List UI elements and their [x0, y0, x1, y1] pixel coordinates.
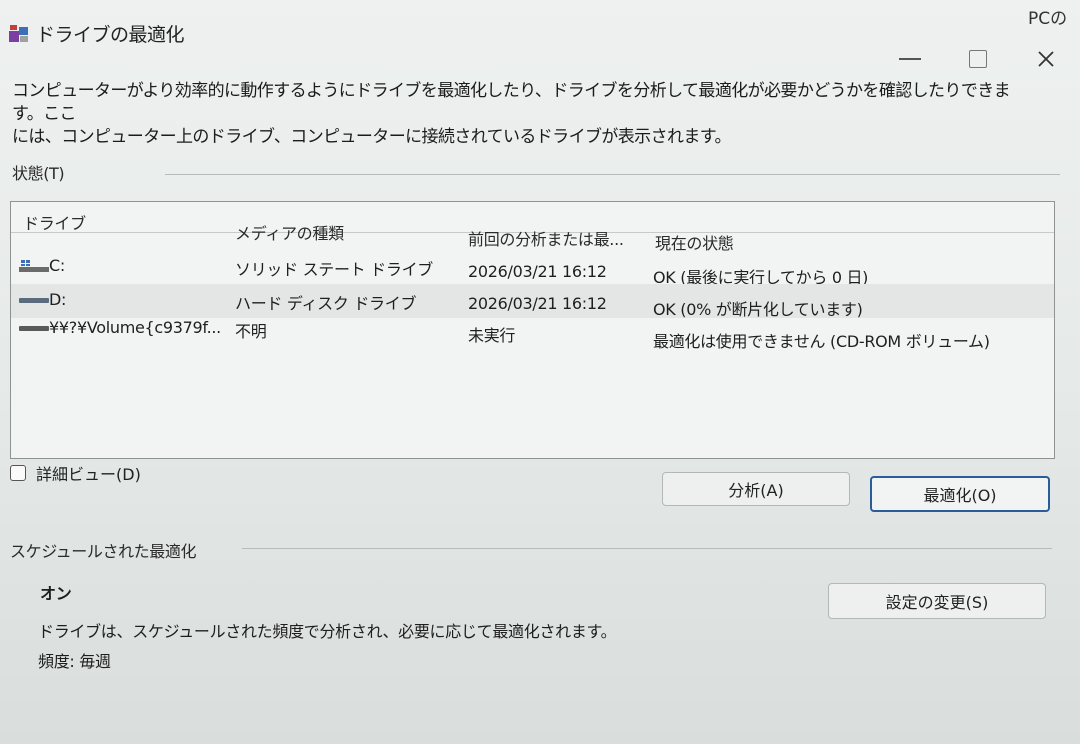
status-section-label: 状態(T): [12, 164, 65, 183]
close-button[interactable]: [1026, 42, 1066, 76]
drive-icon: [19, 326, 49, 331]
column-header-last-analyzed[interactable]: 前回の分析または最...: [468, 226, 624, 250]
column-header-drive[interactable]: ドライブ: [23, 210, 86, 234]
last-analyzed: 未実行: [468, 326, 516, 345]
description-text: コンピューターがより効率的に動作するようにドライブを最適化したり、ドライブを分析…: [12, 80, 1012, 149]
close-icon: [1038, 51, 1054, 67]
media-type: ソリッド ステート ドライブ: [235, 260, 433, 279]
maximize-icon: [969, 50, 987, 68]
drive-name: D:: [49, 290, 67, 309]
window-title: ドライブの最適化: [36, 24, 185, 46]
drive-list-header: ドライブ メディアの種類 前回の分析または最... 現在の状態: [11, 202, 1054, 253]
drive-list[interactable]: ドライブ メディアの種類 前回の分析または最... 現在の状態 C: ソリッド …: [10, 201, 1055, 459]
current-status: 最適化は使用できません (CD-ROM ボリューム): [653, 332, 990, 351]
drive-icon: [19, 298, 49, 303]
change-settings-button[interactable]: 設定の変更(S): [828, 583, 1046, 619]
minimize-button[interactable]: [890, 42, 930, 76]
drive-row-volume[interactable]: ¥¥?¥Volume{c9379f... 不明 未実行 最適化は使用できません …: [11, 312, 1054, 351]
windows-drive-icon: [19, 260, 49, 272]
schedule-description: ドライブは、スケジュールされた頻度で分析され、必要に応じて最適化されます。: [38, 622, 617, 641]
status-divider: [165, 174, 1060, 175]
schedule-section-label: スケジュールされた最適化: [10, 542, 197, 561]
schedule-state: オン: [40, 584, 72, 603]
detail-view-checkbox-row[interactable]: 詳細ビュー(D): [10, 462, 141, 484]
detail-view-checkbox[interactable]: [10, 465, 26, 481]
column-header-media-type[interactable]: メディアの種類: [235, 220, 344, 244]
media-type: ハード ディスク ドライブ: [235, 294, 417, 313]
drive-name: ¥¥?¥Volume{c9379f...: [49, 318, 221, 337]
maximize-button[interactable]: [958, 42, 998, 76]
detail-view-label[interactable]: 詳細ビュー(D): [36, 461, 141, 485]
background-window-title: PCの: [1028, 9, 1080, 29]
description-line-1: コンピューターがより効率的に動作するようにドライブを最適化したり、ドライブを分析…: [12, 81, 1011, 124]
analyze-button[interactable]: 分析(A): [662, 472, 850, 506]
schedule-divider: [242, 548, 1052, 549]
title-bar: ドライブの最適化 PCの: [0, 0, 1080, 68]
optimize-button[interactable]: 最適化(O): [870, 476, 1050, 512]
drive-name: C:: [49, 256, 65, 275]
description-line-2: には、コンピューター上のドライブ、コンピューターに接続されているドライブが表示さ…: [12, 127, 731, 147]
defrag-app-icon: [9, 25, 28, 42]
minimize-icon: [899, 58, 921, 60]
media-type: 不明: [235, 322, 267, 341]
schedule-frequency: 頻度: 毎週: [38, 652, 111, 671]
drive-row-c[interactable]: C: ソリッド ステート ドライブ 2026/03/21 16:12 OK (最…: [11, 250, 1054, 287]
last-analyzed: 2026/03/21 16:12: [468, 262, 607, 281]
last-analyzed: 2026/03/21 16:12: [468, 294, 607, 313]
optimize-drives-window: ドライブの最適化 PCの コンピューターがより効率的に動作するようにドライブを最…: [0, 0, 1080, 744]
